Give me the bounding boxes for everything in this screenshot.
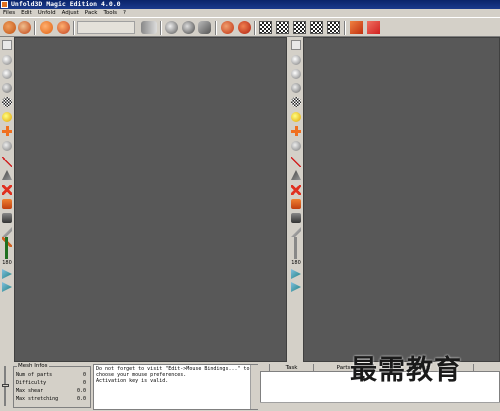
watermark: 最需教育 xyxy=(350,355,462,386)
relax-icon[interactable] xyxy=(2,227,12,237)
light-bulb-icon[interactable] xyxy=(291,112,301,122)
delete-icon[interactable] xyxy=(2,185,12,195)
triangle-icon[interactable] xyxy=(291,170,301,180)
layout-icon[interactable] xyxy=(350,21,363,34)
mesh-info-title: Mesh Infos xyxy=(17,363,49,369)
cross-icon[interactable] xyxy=(291,126,301,136)
left-slider-value: 180 xyxy=(2,260,12,266)
shaded-sphere-icon[interactable] xyxy=(2,83,12,93)
menu-edit[interactable]: Edit xyxy=(18,9,35,17)
open-icon[interactable] xyxy=(3,21,16,34)
checker-2-icon[interactable] xyxy=(276,21,289,34)
3d-viewport[interactable] xyxy=(14,37,287,362)
line-icon[interactable] xyxy=(2,157,12,167)
checker-icon[interactable] xyxy=(259,21,272,34)
mesh-info-row: Num of parts 0 xyxy=(16,372,86,378)
checker-sphere-icon[interactable] xyxy=(291,97,301,107)
help-icon[interactable] xyxy=(367,21,380,34)
console-log[interactable]: Do not forget to visit "Edit->Mouse Bind… xyxy=(93,364,258,410)
uv-viewport[interactable] xyxy=(303,37,500,362)
weld-icon[interactable] xyxy=(2,199,12,209)
mesh-info-row: Max stretching 0.0 xyxy=(16,396,86,402)
main-toolbar xyxy=(0,17,500,37)
console-scrollbar[interactable] xyxy=(250,365,258,409)
toolbar-separator xyxy=(344,21,346,35)
play-2-icon[interactable] xyxy=(291,282,301,292)
zoom-slider-thumb[interactable] xyxy=(2,384,9,387)
menu-pack[interactable]: Pack xyxy=(82,9,101,17)
cut-icon[interactable] xyxy=(2,141,12,151)
menu-unfold[interactable]: Unfold xyxy=(35,9,59,17)
angle-slider[interactable] xyxy=(294,237,297,259)
right-tool-column: 180 xyxy=(289,37,303,362)
checker-4-icon[interactable] xyxy=(310,21,323,34)
menu-files[interactable]: Files xyxy=(0,9,18,17)
triangle-icon[interactable] xyxy=(2,170,12,180)
toolbar-separator xyxy=(160,21,162,35)
sphere-2-icon[interactable] xyxy=(238,21,251,34)
column-task[interactable]: Task xyxy=(270,364,314,372)
sphere-icon[interactable] xyxy=(221,21,234,34)
play-icon[interactable] xyxy=(2,269,12,279)
console-line: Activation key is valid. xyxy=(96,378,169,384)
row-selector-header xyxy=(260,364,270,372)
sphere-icon[interactable] xyxy=(2,55,12,65)
split-icon[interactable] xyxy=(291,213,301,223)
delete-icon[interactable] xyxy=(291,185,301,195)
sphere-icon[interactable] xyxy=(291,55,301,65)
menu-tools[interactable]: Tools xyxy=(100,9,120,17)
optimize-icon[interactable] xyxy=(182,21,195,34)
split-icon[interactable] xyxy=(2,213,12,223)
toolbar-separator xyxy=(73,21,75,35)
checker-sphere-icon[interactable] xyxy=(2,97,12,107)
paint-icon[interactable] xyxy=(57,21,70,34)
globe-icon[interactable] xyxy=(2,69,12,79)
globe-icon[interactable] xyxy=(291,69,301,79)
toolbar-separator xyxy=(215,21,217,35)
right-slider-value: 180 xyxy=(291,260,301,266)
arrow-icon[interactable] xyxy=(2,40,12,50)
window-title: Unfold3D Magic Edition 4.0.0 xyxy=(11,0,121,8)
play-2-icon[interactable] xyxy=(2,282,12,292)
select-icon[interactable] xyxy=(40,21,53,34)
menu-help[interactable]: ? xyxy=(120,9,129,17)
shaded-sphere-icon[interactable] xyxy=(291,83,301,93)
relax-icon[interactable] xyxy=(291,227,301,237)
menu-adjust[interactable]: Adjust xyxy=(59,9,82,17)
cross-icon[interactable] xyxy=(2,126,12,136)
cut-icon[interactable] xyxy=(291,141,301,151)
light-bulb-icon[interactable] xyxy=(2,112,12,122)
unfold-icon[interactable] xyxy=(165,21,178,34)
mesh-info-row: Difficulty 0 xyxy=(16,380,86,386)
play-icon[interactable] xyxy=(291,269,301,279)
toolbar-separator xyxy=(34,21,36,35)
app-icon[interactable] xyxy=(1,1,8,8)
menu-bar: Files Edit Unfold Adjust Pack Tools ? xyxy=(0,9,500,17)
pins-icon[interactable] xyxy=(198,21,211,34)
left-tool-column: 180 xyxy=(0,37,14,362)
toolbar-separator xyxy=(254,21,256,35)
checker-5-icon[interactable] xyxy=(327,21,340,34)
cut-icon[interactable] xyxy=(141,21,157,34)
arrow-icon[interactable] xyxy=(291,40,301,50)
weld-icon[interactable] xyxy=(291,199,301,209)
angle-slider[interactable] xyxy=(5,237,8,259)
mesh-info-row: Max shear 0.0 xyxy=(16,388,86,394)
save-icon[interactable] xyxy=(18,21,31,34)
line-icon[interactable] xyxy=(291,157,301,167)
toolbar-field[interactable] xyxy=(77,21,135,34)
checker-3-icon[interactable] xyxy=(293,21,306,34)
